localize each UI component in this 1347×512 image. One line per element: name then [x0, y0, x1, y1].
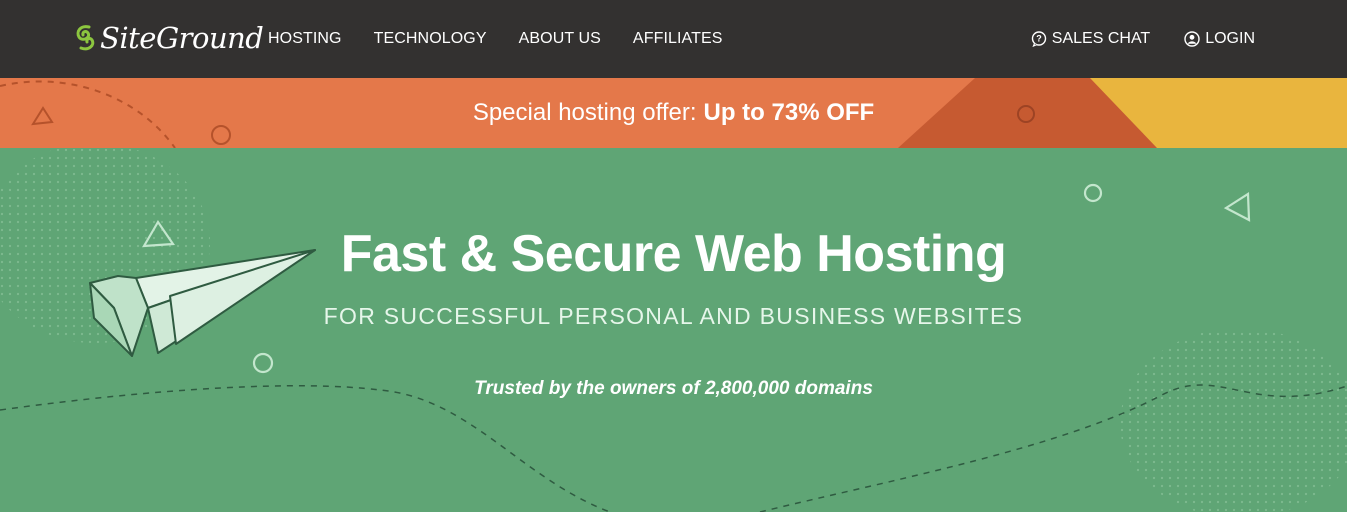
nav-about-us[interactable]: ABOUT US: [519, 30, 601, 48]
login-button[interactable]: LOGIN: [1184, 30, 1255, 48]
nav-hosting[interactable]: HOSTING: [268, 30, 342, 48]
offer-prefix: Special hosting offer:: [472, 99, 697, 126]
siteground-logo-icon: [76, 25, 95, 51]
special-offer-banner[interactable]: Special hosting offer: Up to 73% OFF: [0, 78, 1347, 148]
top-navigation-bar: SiteGround HOSTING TECHNOLOGY ABOUT US A…: [0, 0, 1347, 78]
nav-affiliates[interactable]: AFFILIATES: [633, 30, 723, 48]
question-chat-icon: ?: [1031, 31, 1046, 47]
hero-section: Fast & Secure Web Hosting FOR SUCCESSFUL…: [0, 148, 1347, 512]
hero-subtitle: FOR SUCCESSFUL PERSONAL AND BUSINESS WEB…: [323, 303, 1024, 329]
logo-text: SiteGround: [100, 21, 264, 55]
user-icon: [1184, 31, 1200, 47]
hero-trusted-text: Trusted by the owners of 2,800,000 domai…: [474, 378, 873, 399]
offer-highlight: Up to 73% OFF: [703, 99, 875, 126]
sales-chat-label: SALES CHAT: [1051, 30, 1151, 47]
nav-technology[interactable]: TECHNOLOGY: [374, 30, 487, 48]
login-label: LOGIN: [1205, 30, 1255, 47]
account-nav: ? SALES CHAT LOGIN: [997, 0, 1255, 78]
offer-text: Special hosting offer: Up to 73% OFF: [0, 78, 1347, 148]
siteground-logo[interactable]: SiteGround: [74, 20, 264, 56]
svg-text:?: ?: [1036, 34, 1042, 44]
sales-chat-button[interactable]: ? SALES CHAT: [1031, 30, 1150, 48]
main-nav: HOSTING TECHNOLOGY ABOUT US AFFILIATES: [268, 0, 755, 78]
hero-title: Fast & Secure Web Hosting: [340, 225, 1007, 283]
